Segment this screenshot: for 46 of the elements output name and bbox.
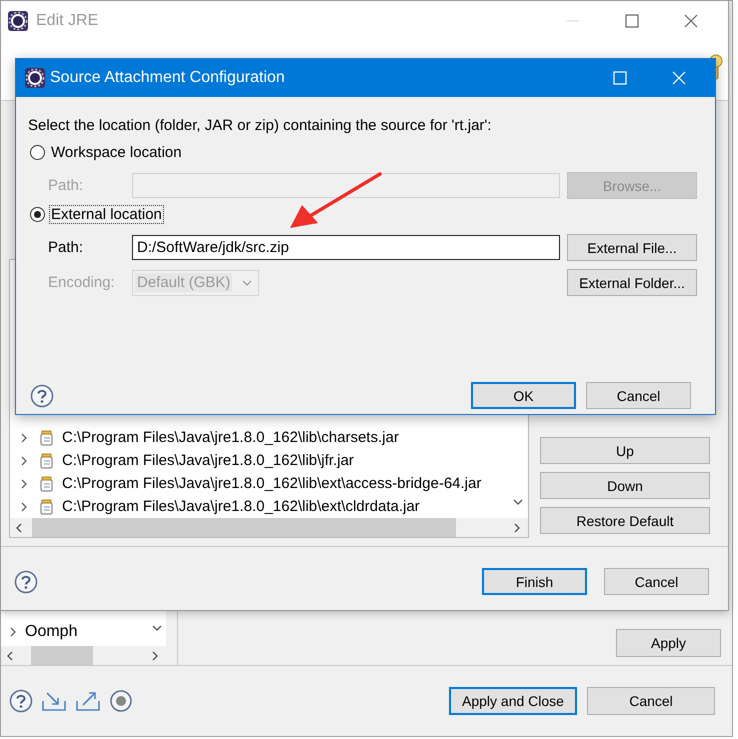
instruction-text: Select the location (folder, JAR or zip) containing the source for 'rt.jar': — [28, 116, 492, 136]
scrollbar-thumb[interactable] — [31, 646, 93, 665]
scroll-right-icon[interactable] — [150, 650, 160, 662]
maximize-icon[interactable] — [625, 14, 639, 28]
jar-icon — [38, 476, 54, 492]
restore-default-button[interactable]: Restore Default — [540, 507, 710, 534]
scrollbar-thumb[interactable] — [32, 518, 456, 537]
help-icon[interactable] — [30, 384, 54, 408]
scroll-right-icon[interactable] — [512, 522, 522, 534]
apply-and-close-button[interactable]: Apply and Close — [449, 687, 577, 715]
record-icon[interactable] — [109, 689, 133, 713]
jar-icon — [38, 452, 54, 468]
export-icon[interactable] — [75, 689, 101, 713]
up-button[interactable]: Up — [540, 437, 710, 464]
app-icon — [25, 68, 45, 88]
dialog-title: Source Attachment Configuration — [50, 69, 286, 87]
ok-button[interactable]: OK — [471, 382, 576, 409]
tree-item[interactable]: Oomph — [1, 621, 148, 643]
field-label: Path: — [48, 239, 84, 256]
jar-icon — [38, 430, 54, 446]
window-title: Edit JRE — [36, 12, 100, 30]
apply-button[interactable]: Apply — [616, 629, 721, 657]
radio-label[interactable]: Workspace location — [49, 142, 184, 162]
help-icon[interactable] — [9, 689, 33, 713]
library-item[interactable]: C:\Program Files\Java\jre1.8.0_162\lib\ext\access-bridge-64.jar — [10, 472, 508, 495]
library-item[interactable]: C:\Program Files\Java\jre1.8.0_162\lib\ext\cldrdata.jar — [10, 495, 508, 518]
finish-button[interactable]: Finish — [482, 568, 587, 595]
jar-icon — [38, 498, 54, 514]
path-field[interactable]: D:/SoftWare/jdk/src.zip — [132, 235, 560, 260]
app-icon — [8, 11, 28, 31]
field-label: Encoding: — [48, 274, 116, 291]
down-button[interactable]: Down — [540, 472, 710, 499]
radio-label[interactable]: External location — [49, 204, 164, 224]
cancel-button[interactable]: Cancel — [586, 382, 691, 409]
cancel-button[interactable]: Cancel — [604, 568, 709, 595]
radio-button[interactable] — [30, 144, 45, 160]
cancel-button[interactable]: Cancel — [587, 687, 715, 715]
scroll-left-icon[interactable] — [5, 650, 15, 662]
library-item[interactable]: C:\Program Files\Java\jre1.8.0_162\lib\jfr.jar — [10, 449, 508, 472]
external-file-button[interactable]: External File... — [567, 234, 697, 261]
library-item[interactable]: C:\Program Files\Java\jre1.8.0_162\lib\charsets.jar — [10, 426, 508, 449]
close-icon[interactable] — [684, 14, 698, 28]
help-icon[interactable] — [14, 570, 38, 594]
scroll-left-icon[interactable] — [14, 522, 24, 534]
field-label: Path: — [48, 177, 84, 194]
radio-button[interactable] — [30, 206, 45, 222]
